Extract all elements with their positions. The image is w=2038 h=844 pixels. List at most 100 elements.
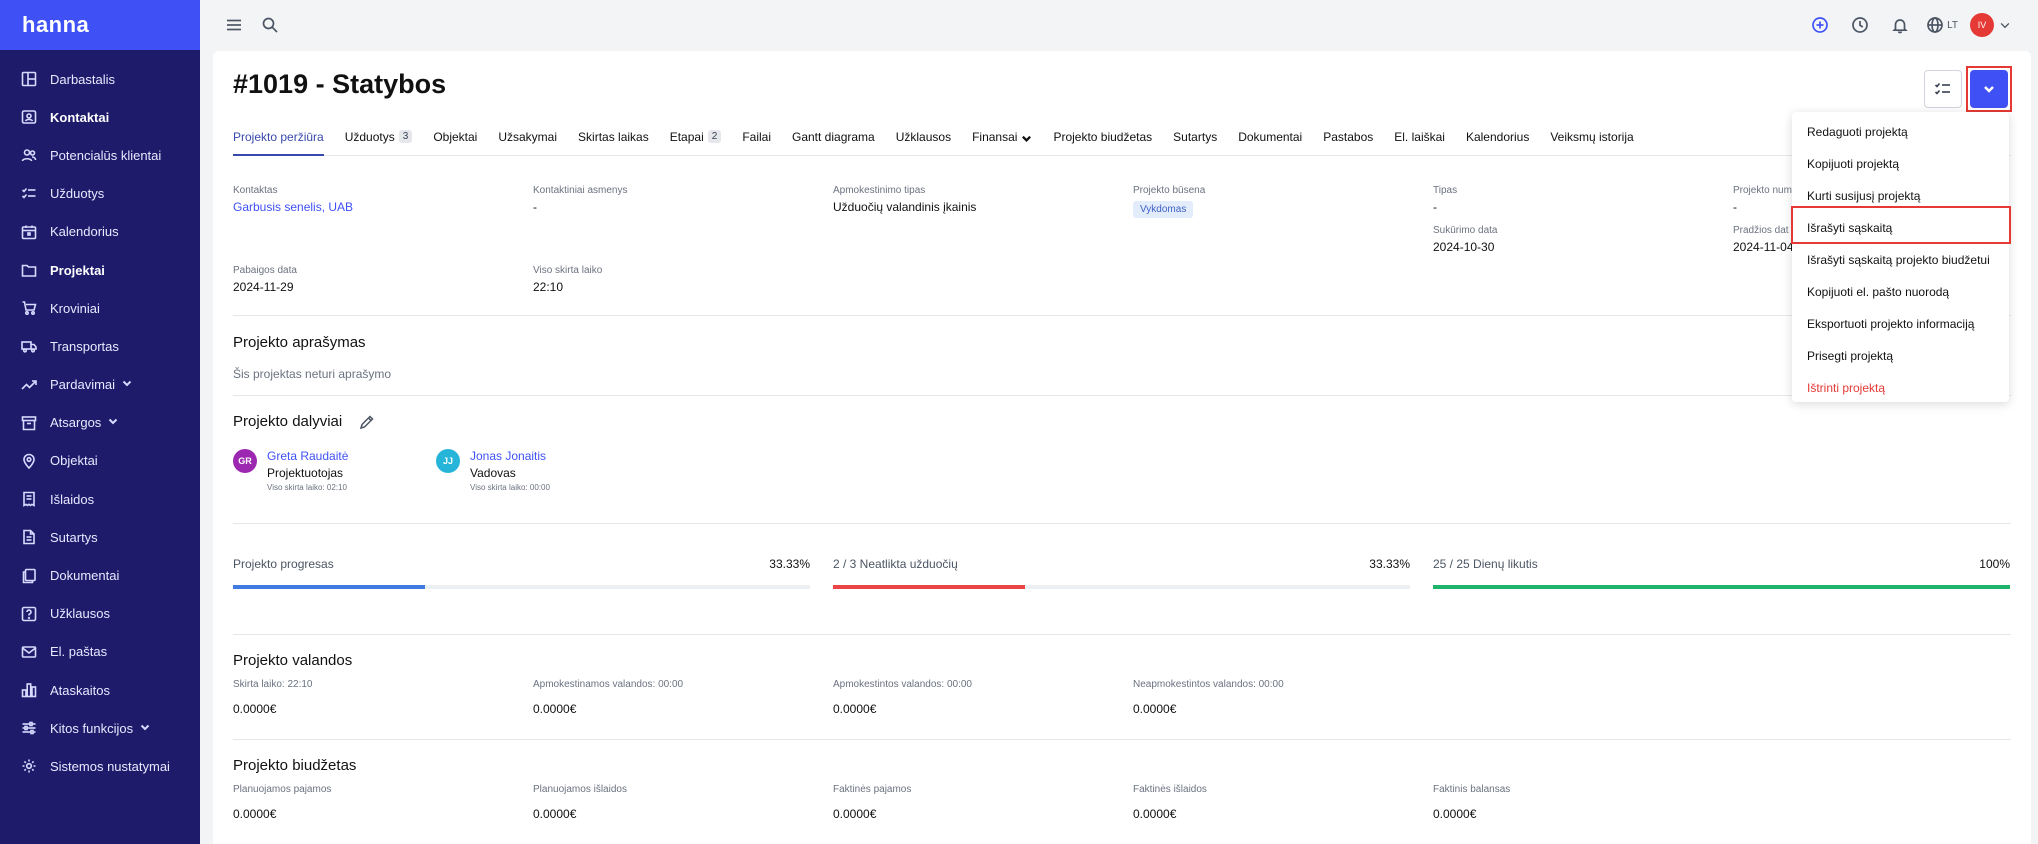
sidebar-item-label: Potencialūs klientai — [50, 147, 162, 163]
tab-el-laiskai[interactable]: El. laiškai — [1394, 130, 1445, 156]
project-tabs: Projekto peržiūra Užduotys 3 Objektai Užs… — [233, 130, 2011, 156]
type-field: Tipas - — [1433, 185, 1457, 214]
chevron-down-icon — [139, 721, 151, 736]
menu-item-pin-project[interactable]: Prisegti projektą — [1792, 340, 2009, 372]
clock-icon[interactable] — [1846, 11, 1874, 39]
tab-uzduotys[interactable]: Užduotys 3 — [345, 130, 413, 156]
tab-veiksmu-istorija[interactable]: Veiksmų istorija — [1550, 130, 1633, 156]
sidebar-item-label: Atsargos — [50, 415, 102, 431]
sidebar-item-pardavimai[interactable]: Pardavimai — [0, 366, 200, 404]
participant-info: Greta Raudaitė Projektuotojas Viso skirt… — [267, 449, 348, 492]
menu-icon[interactable] — [220, 11, 248, 39]
progress-fill — [1433, 585, 2010, 589]
tab-skirtas-laikas[interactable]: Skirtas laikas — [578, 130, 649, 156]
menu-item-issue-budget-invoice[interactable]: Išrašyti sąskaitą projekto biudžetui — [1792, 244, 2009, 276]
sidebar-item-atsargos[interactable]: Atsargos — [0, 404, 200, 442]
receipt-icon — [20, 490, 38, 508]
tab-uzsakymai[interactable]: Užsakymai — [498, 130, 557, 156]
tab-count-badge: 3 — [398, 130, 413, 143]
divider — [233, 739, 2011, 740]
sidebar-item-uzduotys[interactable]: Užduotys — [0, 175, 200, 213]
cart-icon — [20, 299, 38, 317]
sidebar-item-objektai[interactable]: Objektai — [0, 442, 200, 480]
menu-item-copy-email-link[interactable]: Kopijuoti el. pašto nuorodą — [1792, 276, 2009, 308]
app-logo[interactable]: hanna — [0, 0, 200, 50]
sidebar-item-sutartys[interactable]: Sutartys — [0, 518, 200, 556]
sidebar-item-label: Kalendorius — [50, 224, 119, 240]
menu-item-copy-project[interactable]: Kopijuoti projektą — [1792, 148, 2009, 180]
tab-dokumentai[interactable]: Dokumentai — [1238, 130, 1302, 156]
sidebar-item-darbastalis[interactable]: Darbastalis — [0, 60, 200, 98]
tab-uzklausos[interactable]: Užklausos — [896, 130, 951, 156]
sidebar-item-sistemos-nustatymai[interactable]: Sistemos nustatymai — [0, 747, 200, 785]
sidebar-item-kontaktai[interactable]: Kontaktai — [0, 98, 200, 136]
sidebar-item-label: Dokumentai — [50, 568, 120, 584]
highlight-box — [1966, 66, 2012, 112]
tab-gantt-diagrama[interactable]: Gantt diagrama — [792, 130, 875, 156]
tab-label: Projekto peržiūra — [233, 130, 324, 144]
sidebar-item-transportas[interactable]: Transportas — [0, 327, 200, 365]
sidebar-item-potencialus-klientai[interactable]: Potencialūs klientai — [0, 136, 200, 174]
sidebar-item-ataskaitos[interactable]: Ataskaitos — [0, 671, 200, 709]
tab-sutartys[interactable]: Sutartys — [1173, 130, 1217, 156]
tab-etapai[interactable]: Etapai 2 — [670, 130, 722, 156]
tab-pastabos[interactable]: Pastabos — [1323, 130, 1373, 156]
page-title: #1019 - Statybos — [233, 69, 447, 99]
files-icon — [20, 567, 38, 585]
archive-icon — [20, 414, 38, 432]
sidebar-item-label: Pardavimai — [50, 377, 116, 393]
project-number-field: Projekto num - — [1733, 185, 1792, 214]
menu-item-export-project[interactable]: Eksportuoti projekto informaciją — [1792, 308, 2009, 340]
participant-time: Viso skirta laiko: 00:00 — [470, 483, 550, 492]
sidebar-item-kroviniai[interactable]: Kroviniai — [0, 289, 200, 327]
sidebar-item-dokumentai[interactable]: Dokumentai — [0, 556, 200, 594]
sidebar-item-kalendorius[interactable]: Kalendorius — [0, 213, 200, 251]
tab-label: Objektai — [433, 130, 478, 144]
edit-participants-icon[interactable] — [359, 414, 375, 430]
checklist-button[interactable] — [1924, 70, 1962, 108]
contact-link[interactable]: Garbusis senelis, UAB — [233, 200, 353, 214]
document-icon — [20, 528, 38, 546]
participant-name-link[interactable]: Greta Raudaitė — [267, 449, 348, 463]
avatar: JJ — [436, 449, 460, 473]
description-title: Projekto aprašymas — [233, 334, 366, 351]
tab-projekto-perziura[interactable]: Projekto peržiūra — [233, 130, 324, 156]
contacts-icon — [20, 108, 38, 126]
sidebar-item-label: Kontaktai — [50, 109, 110, 125]
tab-kalendorius[interactable]: Kalendorius — [1466, 130, 1529, 156]
tab-failai[interactable]: Failai — [742, 130, 771, 156]
divider — [233, 315, 2011, 316]
sidebar-item-el-pastas[interactable]: El. paštas — [0, 633, 200, 671]
progress-percent: 100% — [1979, 557, 2010, 571]
user-avatar[interactable]: IV — [1970, 13, 1994, 37]
bell-icon[interactable] — [1886, 11, 1914, 39]
menu-item-delete-project[interactable]: Ištrinti projektą — [1792, 372, 2009, 404]
participant-name-link[interactable]: Jonas Jonaitis — [470, 449, 550, 463]
tab-objektai[interactable]: Objektai — [433, 130, 477, 156]
avatar: GR — [233, 449, 257, 473]
tab-finansai[interactable]: Finansai — [972, 130, 1032, 156]
question-icon — [20, 605, 38, 623]
tab-projekto-biudzetas[interactable]: Projekto biudžetas — [1053, 130, 1152, 156]
total-time-label: Viso skirta laiko — [533, 265, 603, 276]
language-selector[interactable]: LT — [1926, 11, 1958, 39]
status-label: Projekto būsena — [1133, 185, 1206, 196]
sidebar-item-kitos-funkcijos[interactable]: Kitos funkcijos — [0, 709, 200, 747]
hours-value: 0.0000€ — [233, 702, 277, 716]
add-icon[interactable] — [1806, 11, 1834, 39]
topbar-right: LT IV — [1806, 11, 2012, 39]
search-icon[interactable] — [256, 11, 284, 39]
type-value: - — [1433, 200, 1437, 214]
created-date-value: 2024-10-30 — [1433, 240, 1495, 254]
sidebar-item-islaidos[interactable]: Išlaidos — [0, 480, 200, 518]
sidebar-item-uzklausos[interactable]: Užklausos — [0, 595, 200, 633]
divider — [233, 634, 2011, 635]
mail-icon — [20, 643, 38, 661]
end-date-field: Pabaigos data 2024-11-29 — [233, 265, 297, 294]
description-empty-text: Šis projektas neturi aprašymo — [233, 367, 392, 381]
menu-item-edit-project[interactable]: Redaguoti projektą — [1792, 116, 2009, 148]
sidebar-item-projektai[interactable]: Projektai — [0, 251, 200, 289]
tab-label: Kalendorius — [1465, 130, 1530, 144]
chevron-down-icon — [1021, 130, 1032, 147]
chevron-down-icon[interactable] — [1998, 11, 2012, 39]
